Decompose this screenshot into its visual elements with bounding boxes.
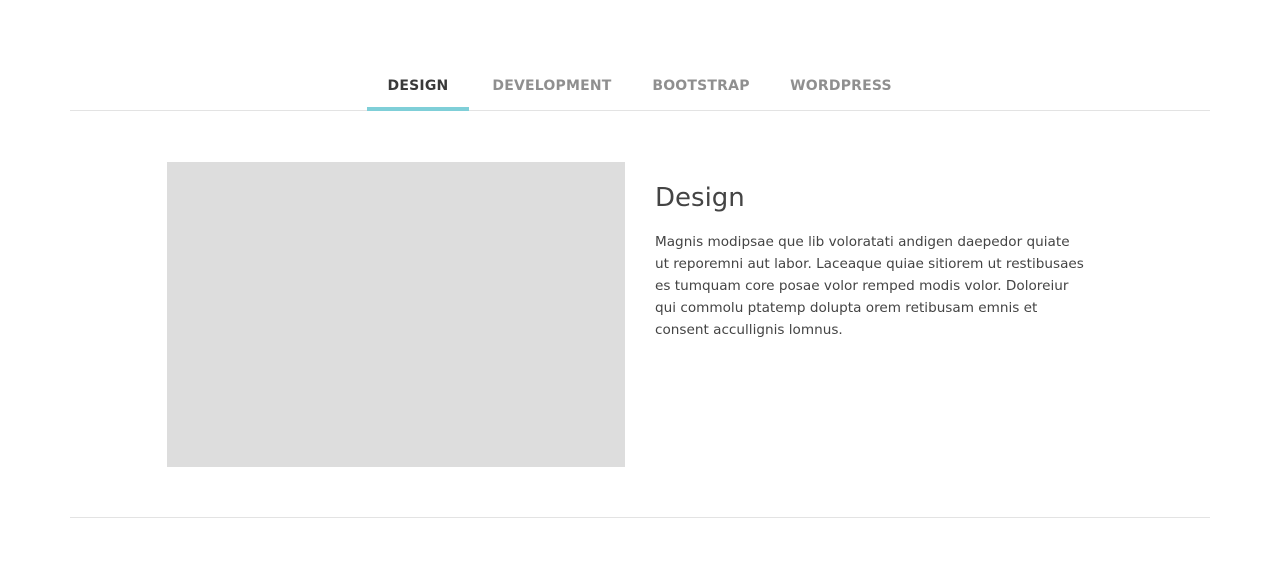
tab-label: DEVELOPMENT: [492, 78, 612, 94]
tab-label: BOOTSTRAP: [652, 78, 750, 94]
tab-development[interactable]: DEVELOPMENT: [487, 62, 617, 110]
tab-bootstrap[interactable]: BOOTSTRAP: [646, 62, 756, 110]
panel-body: Magnis modipsae que lib voloratati andig…: [655, 234, 1084, 338]
tab-bar: DESIGN DEVELOPMENT BOOTSTRAP WORDPRESS: [0, 0, 1280, 112]
tab-panel: Design Magnis modipsae que lib voloratat…: [655, 178, 1085, 341]
panel-title: Design: [655, 183, 745, 213]
image-placeholder: [167, 162, 625, 467]
section-divider: [70, 517, 1210, 518]
tab-bar-divider: [70, 110, 1210, 111]
tab-wordpress[interactable]: WORDPRESS: [786, 62, 896, 110]
tab-design[interactable]: DESIGN: [367, 62, 469, 110]
tab-label: DESIGN: [387, 78, 449, 94]
active-tab-indicator: [367, 107, 469, 111]
tab-label: WORDPRESS: [790, 78, 892, 94]
